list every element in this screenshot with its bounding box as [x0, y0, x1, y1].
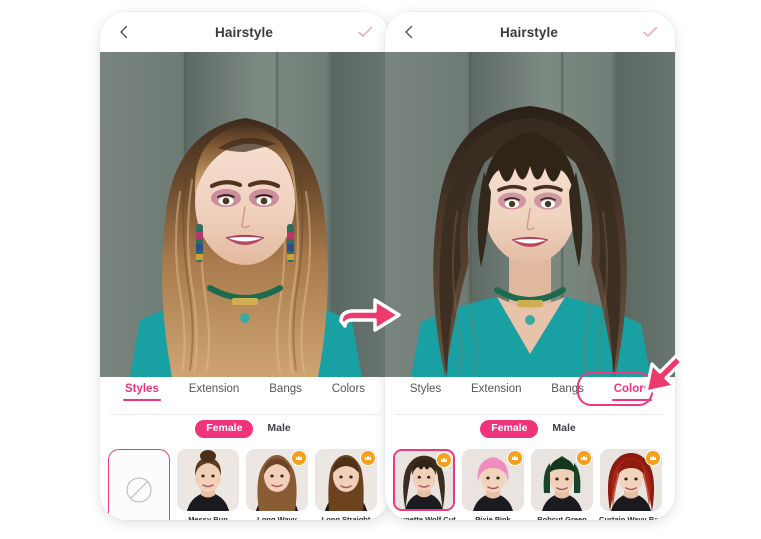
gender-toggle-left: Female Male — [100, 415, 390, 443]
tabbar-right: Styles Extension Bangs Colors — [385, 377, 675, 415]
list-item-label: Long Wavy — [257, 515, 297, 520]
tab-bangs[interactable]: Bangs — [549, 383, 586, 402]
tutorial-composite: Hairstyle Styles Extension Bangs Colors … — [0, 0, 761, 539]
checkmark-icon[interactable] — [641, 23, 659, 41]
page-title: Hairstyle — [500, 24, 558, 40]
gender-toggle-right: Female Male — [385, 415, 675, 443]
list-item-label: Curtain Wavy Red — [599, 515, 663, 520]
list-item[interactable]: Bobcut Green — [531, 449, 593, 520]
list-item[interactable]: Long Wavy — [246, 449, 308, 520]
tab-colors[interactable]: Colors — [611, 383, 653, 402]
crown-icon — [361, 451, 375, 465]
gender-option-male[interactable]: Male — [548, 420, 579, 438]
color-thumbnail-strip-right[interactable]: Brunette Wolf Cut Pixie Pink Bobcut Gree… — [385, 443, 675, 520]
crown-icon — [646, 451, 660, 465]
app-header-left: Hairstyle — [100, 12, 390, 52]
no-style-option[interactable] — [108, 449, 170, 520]
tab-extension[interactable]: Extension — [187, 383, 242, 402]
crown-icon — [577, 451, 591, 465]
tab-styles[interactable]: Styles — [122, 383, 161, 402]
style-thumbnail-strip-left[interactable]: Messy Bun Long Wavy Long Straight — [100, 443, 390, 520]
gender-option-female[interactable]: Female — [480, 420, 539, 438]
gender-option-female[interactable]: Female — [195, 420, 254, 438]
back-chevron-icon[interactable] — [116, 24, 132, 40]
no-style-slashed-circle-icon — [126, 477, 152, 503]
list-item[interactable]: Brunette Wolf Cut — [392, 449, 456, 520]
list-item-label: Messy Bun — [188, 515, 228, 520]
list-item[interactable]: Long Straight — [315, 449, 377, 520]
tab-bangs[interactable]: Bangs — [267, 383, 304, 402]
back-chevron-icon[interactable] — [401, 24, 417, 40]
tab-colors[interactable]: Colors — [330, 383, 367, 402]
preview-photo-restyled — [385, 52, 675, 377]
tab-styles[interactable]: Styles — [408, 383, 443, 402]
style-thumbnail-image[interactable] — [462, 449, 524, 511]
crown-icon — [437, 453, 451, 467]
phone-mockup-before: Hairstyle Styles Extension Bangs Colors … — [100, 12, 390, 520]
list-item-label: Brunette Wolf Cut — [392, 515, 456, 520]
list-item[interactable] — [108, 449, 170, 520]
style-thumbnail-image[interactable] — [393, 449, 455, 511]
style-thumbnail-image[interactable] — [177, 449, 239, 511]
crown-icon — [292, 451, 306, 465]
list-item[interactable]: Curtain Wavy Red — [599, 449, 663, 520]
style-thumbnail-image[interactable] — [315, 449, 377, 511]
tab-extension[interactable]: Extension — [469, 383, 524, 402]
page-title: Hairstyle — [215, 24, 273, 40]
style-thumbnail-image[interactable] — [600, 449, 662, 511]
style-thumbnail-image[interactable] — [531, 449, 593, 511]
app-header-right: Hairstyle — [385, 12, 675, 52]
style-thumbnail-image[interactable] — [246, 449, 308, 511]
preview-photo-original — [100, 52, 390, 377]
phone-mockup-after: Hairstyle Styles Extension Bangs Colors … — [385, 12, 675, 520]
tabbar-left: Styles Extension Bangs Colors — [100, 377, 390, 415]
list-item-label: Long Straight — [321, 515, 371, 520]
gender-option-male[interactable]: Male — [263, 420, 294, 438]
checkmark-icon[interactable] — [356, 23, 374, 41]
crown-icon — [508, 451, 522, 465]
list-item[interactable]: Pixie Pink — [462, 449, 524, 520]
list-item-label: Pixie Pink — [475, 515, 511, 520]
list-item[interactable]: Messy Bun — [177, 449, 239, 520]
list-item-label: Bobcut Green — [537, 515, 587, 520]
